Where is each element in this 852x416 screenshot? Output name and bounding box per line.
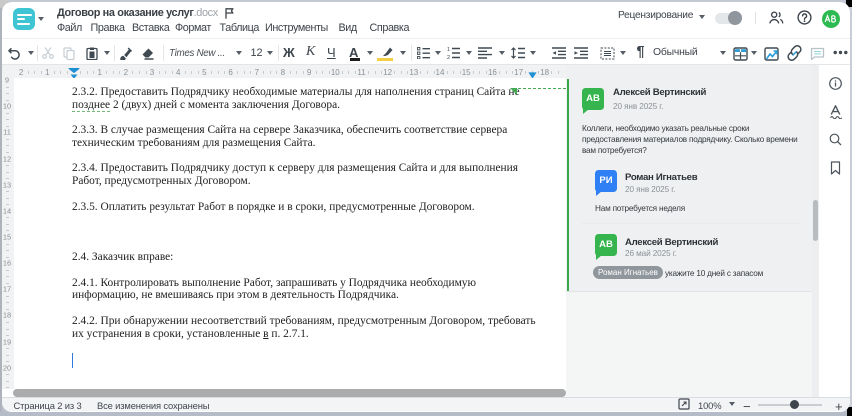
svg-text:2: 2 — [447, 55, 450, 59]
svg-text:1: 1 — [447, 47, 450, 53]
